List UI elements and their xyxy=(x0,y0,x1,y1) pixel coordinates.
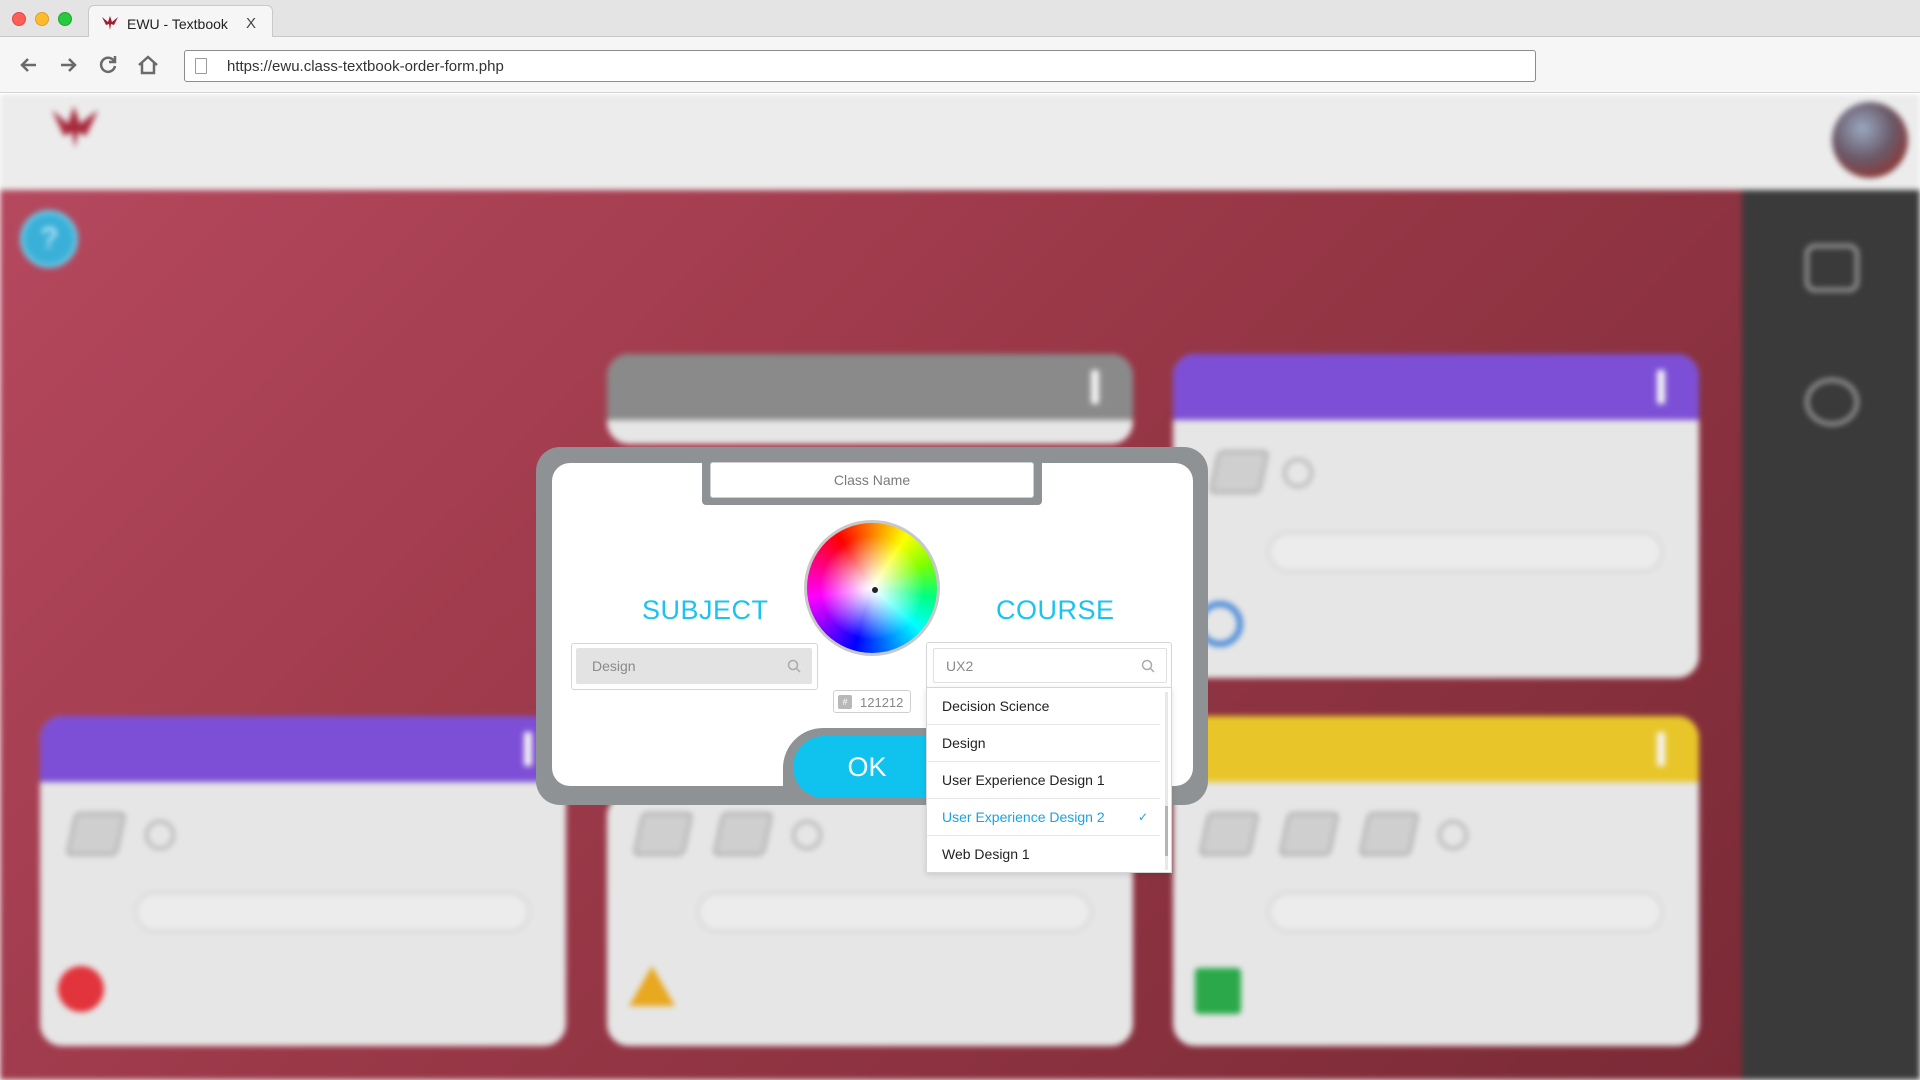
course-option[interactable]: User Experience Design 1 xyxy=(927,762,1160,799)
arrow-left-icon[interactable] xyxy=(16,52,42,78)
card-menu-icon[interactable] xyxy=(1657,370,1665,404)
course-option-label: Decision Science xyxy=(942,698,1050,714)
url-text: https://ewu.class-textbook-order-form.ph… xyxy=(227,58,504,75)
close-window-button[interactable] xyxy=(12,12,26,26)
book-icon xyxy=(1278,812,1340,856)
user-avatar[interactable] xyxy=(1832,102,1908,178)
check-icon: ✓ xyxy=(1137,810,1148,824)
browser-tab[interactable]: EWU - Textbook X xyxy=(88,5,273,38)
add-book-icon[interactable] xyxy=(1283,458,1313,488)
card-header xyxy=(1173,716,1699,782)
course-option[interactable]: Web Design 1 xyxy=(927,836,1160,873)
university-bookstore-logo xyxy=(50,102,250,180)
subject-input[interactable] xyxy=(576,648,812,684)
ok-button[interactable]: OK xyxy=(793,736,941,798)
card-menu-icon[interactable] xyxy=(1657,732,1665,766)
notes-field[interactable] xyxy=(1268,532,1663,572)
arrow-right-icon[interactable] xyxy=(55,52,81,78)
course-option-label: Web Design 1 xyxy=(942,846,1030,862)
search-icon[interactable] xyxy=(787,659,801,673)
class-name-input[interactable] xyxy=(710,462,1034,498)
course-option-label: User Experience Design 1 xyxy=(942,772,1105,788)
notes-field[interactable] xyxy=(697,892,1092,932)
unavailable-icon xyxy=(58,966,104,1012)
address-bar[interactable]: https://ewu.class-textbook-order-form.ph… xyxy=(184,50,1536,82)
card-header xyxy=(1173,354,1699,420)
book-icon xyxy=(1198,812,1260,856)
course-option-label: Design xyxy=(942,735,986,751)
notes-field[interactable] xyxy=(1268,892,1663,932)
class-card-purple-top[interactable] xyxy=(1173,354,1699,678)
book-icon xyxy=(632,812,694,856)
dropdown-scrollbar-thumb[interactable] xyxy=(1165,806,1168,856)
book-icon xyxy=(65,812,127,856)
site-header xyxy=(0,94,1920,190)
book-icon xyxy=(1358,812,1420,856)
class-card-purple-bottom[interactable] xyxy=(40,716,566,1046)
subject-label: SUBJECT xyxy=(642,595,769,625)
add-book-icon[interactable] xyxy=(1438,820,1468,850)
book-icon xyxy=(1208,450,1270,494)
browser-nav-bar: https://ewu.class-textbook-order-form.ph… xyxy=(0,37,1920,93)
course-dropdown: Decision Science Design User Experience … xyxy=(926,687,1172,873)
add-new-class-card[interactable] xyxy=(607,354,1133,444)
color-swatch: # xyxy=(838,695,852,709)
notes-field[interactable] xyxy=(135,892,530,932)
course-option[interactable]: Design xyxy=(927,725,1160,762)
help-icon[interactable]: ? xyxy=(20,210,78,268)
book-lookup-nav[interactable] xyxy=(1762,244,1902,300)
history-icon xyxy=(1805,378,1859,426)
add-book-icon[interactable] xyxy=(145,820,175,850)
eagle-favicon-icon xyxy=(102,16,118,30)
course-search-input[interactable] xyxy=(933,648,1167,683)
color-wheel-handle[interactable] xyxy=(872,587,878,593)
course-option-selected[interactable]: User Experience Design 2 ✓ xyxy=(927,799,1160,836)
course-option[interactable]: Decision Science xyxy=(927,688,1160,725)
page-icon xyxy=(195,58,207,74)
book-icon xyxy=(1805,244,1859,292)
course-label: COURSE xyxy=(996,595,1115,625)
class-card-yellow[interactable] xyxy=(1173,716,1699,1046)
check-icon xyxy=(1195,968,1241,1014)
warning-icon xyxy=(629,966,675,1006)
home-icon[interactable] xyxy=(135,52,161,78)
course-option-label: User Experience Design 2 xyxy=(942,809,1105,825)
card-menu-icon[interactable] xyxy=(1091,370,1099,404)
reload-icon[interactable] xyxy=(95,52,121,78)
maximize-window-button[interactable] xyxy=(58,12,72,26)
tab-close-icon[interactable]: X xyxy=(246,15,256,32)
tab-title: EWU - Textbook xyxy=(127,16,228,32)
color-hex-field[interactable]: # 121212 xyxy=(833,690,911,713)
minimize-window-button[interactable] xyxy=(35,12,49,26)
color-hex-value: 121212 xyxy=(860,695,904,710)
browser-tab-bar: EWU - Textbook X xyxy=(0,0,1920,38)
right-sidebar xyxy=(1742,190,1920,1080)
card-header xyxy=(40,716,566,782)
card-menu-icon[interactable] xyxy=(524,732,532,766)
request-history-nav[interactable] xyxy=(1762,378,1902,434)
add-book-icon[interactable] xyxy=(792,820,822,850)
book-icon xyxy=(712,812,774,856)
search-icon[interactable] xyxy=(1141,659,1155,673)
card-header xyxy=(607,354,1133,420)
